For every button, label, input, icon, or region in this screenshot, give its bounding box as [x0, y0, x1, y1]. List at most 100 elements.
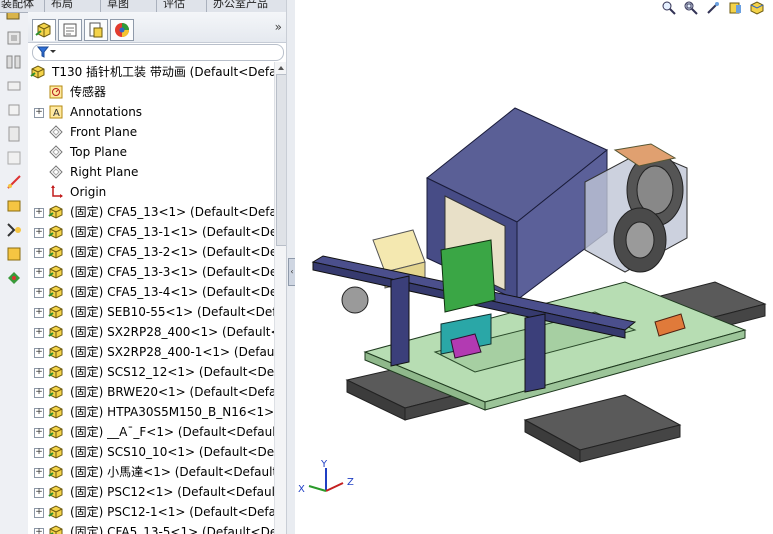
plane-icon — [49, 165, 63, 179]
tree-item-component[interactable]: + (固定) HTPA30S5M150_B_N16<1> ( — [28, 402, 274, 422]
tree-item-component[interactable]: + (固定) CFA5_13-3<1> (Default<Def — [28, 262, 274, 282]
tree-item-component[interactable]: + (固定) CFA5_13-1<1> (Default<Def — [28, 222, 274, 242]
expand-toggle-icon[interactable]: + — [34, 488, 44, 498]
tree-item-component[interactable]: + (固定) CFA5_13-4<1> (Default<Def — [28, 282, 274, 302]
tree-root-label: T130 插针机工装 带动画 (Default<Defa — [52, 65, 274, 79]
assembly-icon — [30, 65, 45, 79]
tree-root-assembly[interactable]: T130 插针机工装 带动画 (Default<Defa — [28, 62, 274, 82]
sensor-icon — [49, 85, 63, 99]
part-icon — [48, 265, 63, 279]
tree-item-origin[interactable]: Origin — [28, 182, 274, 202]
tree-item-component[interactable]: + (固定) 小馬達<1> (Default<Default_ — [28, 462, 274, 482]
part-icon — [48, 225, 63, 239]
tree-item-component[interactable]: + (固定) BRWE20<1> (Default<Defau — [28, 382, 274, 402]
expand-toggle-icon[interactable]: + — [34, 528, 44, 534]
mate-icon[interactable] — [4, 28, 24, 48]
display-manager-tab[interactable] — [110, 19, 134, 41]
expand-toggle-icon[interactable]: + — [34, 508, 44, 518]
tab-office-products[interactable]: 办公室产品 — [206, 0, 274, 12]
feature-filter-input[interactable] — [32, 44, 284, 61]
reference-geometry-icon[interactable] — [4, 172, 24, 192]
filter-icon — [36, 46, 56, 58]
part-icon — [48, 405, 63, 419]
expand-toggle-icon[interactable]: + — [34, 108, 44, 118]
assembly-model: Y X Z — [298, 107, 767, 495]
expand-toggle-icon[interactable]: + — [34, 428, 44, 438]
plane-icon — [49, 125, 63, 139]
part-icon — [49, 525, 63, 534]
expand-toggle-icon[interactable]: + — [34, 448, 44, 458]
expand-toggle-icon[interactable]: + — [34, 228, 44, 238]
panel-tab-strip: » — [28, 12, 286, 43]
expand-toggle-icon[interactable]: + — [34, 408, 44, 418]
feature-manager-icon — [35, 22, 51, 38]
tab-evaluate[interactable]: 评估 — [156, 0, 191, 12]
smart-fasteners-icon[interactable] — [4, 76, 24, 96]
tree-item-component[interactable]: + (固定) SX2RP28_400-1<1> (Default — [28, 342, 274, 362]
tree-item-component[interactable]: + (固定) PSC12<1> (Default<Default_ — [28, 482, 274, 502]
side-gear — [341, 286, 369, 314]
property-manager-tab[interactable] — [58, 19, 82, 41]
new-motion-study-icon[interactable] — [4, 196, 24, 216]
graphics-viewport[interactable]: Y X Z — [295, 0, 773, 534]
instant3d-icon[interactable] — [4, 268, 24, 288]
tree-item-component[interactable]: + (固定) SX2RP28_400<1> (Default<D — [28, 322, 274, 342]
tree-item-front-plane[interactable]: Front Plane — [28, 122, 274, 142]
part-icon — [48, 425, 63, 439]
left-command-toolbar — [0, 0, 29, 534]
tree-item-component[interactable]: + (固定) SCS12_12<1> (Default<Defa — [28, 362, 274, 382]
expand-toggle-icon[interactable]: + — [34, 308, 44, 318]
annotations-icon: A — [49, 105, 63, 119]
expand-toggle-icon[interactable]: + — [34, 328, 44, 338]
expand-toggle-icon[interactable]: + — [34, 268, 44, 278]
tree-item-component[interactable]: + (固定) __A¯_F<1> (Default<Default — [28, 422, 274, 442]
scroll-up-icon[interactable] — [276, 63, 286, 73]
expand-toggle-icon[interactable]: + — [34, 468, 44, 478]
expand-toggle-icon[interactable]: + — [34, 368, 44, 378]
assembly-features-icon[interactable] — [4, 148, 24, 168]
feature-manager-tab[interactable] — [32, 19, 56, 41]
feature-tree: T130 插针机工装 带动画 (Default<Defa 传感器 + A Ann… — [28, 62, 274, 534]
green-actuator — [440, 239, 496, 359]
part-icon — [48, 485, 63, 499]
expand-toggle-icon[interactable]: + — [34, 288, 44, 298]
tree-item-sensors[interactable]: 传感器 — [28, 82, 274, 102]
tree-item-top-plane[interactable]: Top Plane — [28, 142, 274, 162]
part-icon — [48, 365, 63, 379]
expand-toggle-icon[interactable]: + — [34, 348, 44, 358]
part-icon — [48, 385, 63, 399]
expand-panel-icon[interactable]: » — [275, 20, 282, 34]
part-icon — [48, 285, 63, 299]
configuration-manager-tab[interactable] — [84, 19, 108, 41]
coordinate-triad: Y X Z — [298, 459, 354, 495]
tab-layout[interactable]: 布局 — [44, 0, 79, 12]
part-icon — [48, 305, 63, 319]
linear-pattern-icon[interactable] — [4, 52, 24, 72]
show-hidden-icon[interactable] — [4, 124, 24, 144]
feature-manager-panel: » T130 插针机工装 带动画 (Default<Defa 传感器 + A A… — [28, 12, 287, 534]
expand-toggle-icon[interactable]: + — [34, 388, 44, 398]
bill-of-materials-icon[interactable] — [4, 220, 24, 240]
expand-toggle-icon[interactable]: + — [34, 248, 44, 258]
triad-x-label: X — [298, 484, 305, 495]
tree-item-annotations[interactable]: + A Annotations — [28, 102, 274, 122]
tree-item-component[interactable]: + (固定) PSC12-1<1> (Default<Defau — [28, 502, 274, 522]
svg-text:A: A — [53, 108, 60, 119]
configuration-manager-icon — [89, 22, 103, 38]
tree-item-component[interactable]: + (固定) SEB10-55<1> (Default<Defa — [28, 302, 274, 322]
triad-y-label: Y — [320, 459, 328, 470]
tab-sketch[interactable]: 草图 — [100, 0, 135, 12]
exploded-view-icon[interactable] — [4, 244, 24, 264]
tree-item-component[interactable]: + (固定) CFA5_13<1> (Default<Defau — [28, 202, 274, 222]
move-component-icon[interactable] — [4, 100, 24, 120]
tree-item-right-plane[interactable]: Right Plane — [28, 162, 274, 182]
part-icon — [48, 205, 63, 219]
tab-assembly[interactable]: 装配体 — [0, 0, 40, 12]
tree-item-component[interactable]: + (固定) SCS10_10<1> (Default<Defa — [28, 442, 274, 462]
tree-item-component[interactable]: + (固定) CFA5_13-2<1> (Default<Def — [28, 242, 274, 262]
part-icon — [48, 465, 63, 479]
part-icon — [48, 325, 63, 339]
origin-icon — [51, 185, 63, 198]
tree-item-component[interactable]: + (固定) CFA5_13-5<1> (Default<Def — [28, 522, 274, 534]
expand-toggle-icon[interactable]: + — [34, 208, 44, 218]
